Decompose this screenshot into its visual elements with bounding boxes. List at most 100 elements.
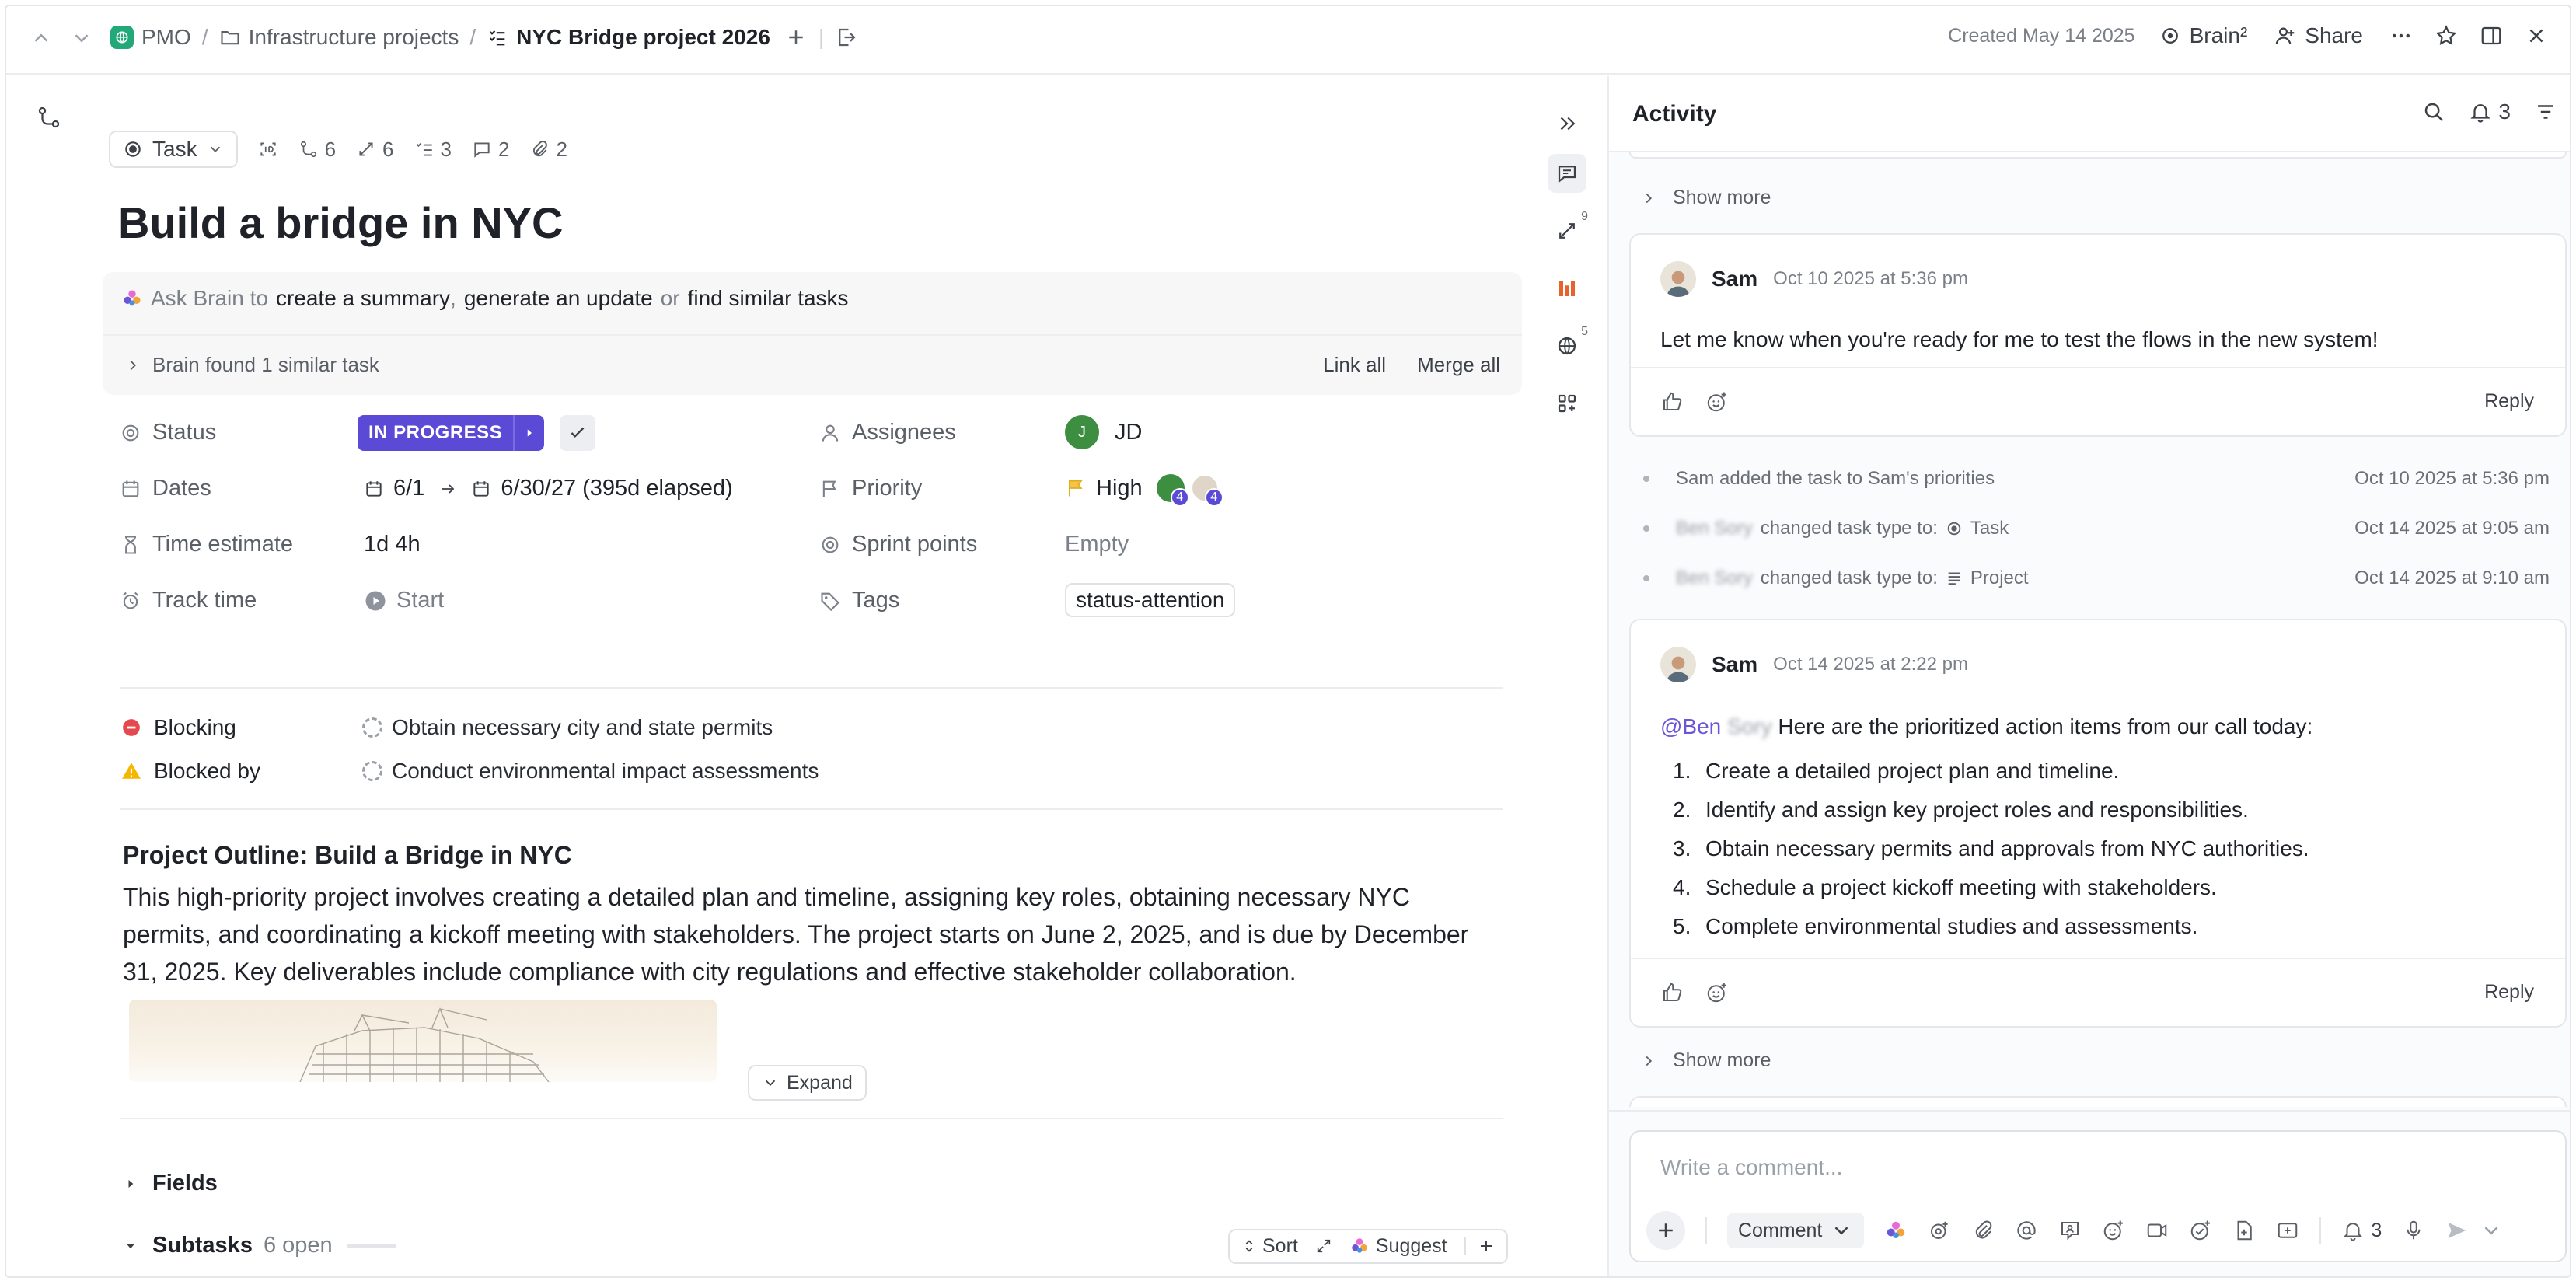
close-button[interactable] (2525, 24, 2548, 47)
search-icon[interactable] (2422, 100, 2445, 124)
assign-comment-icon[interactable] (2058, 1219, 2082, 1242)
brain-update-link[interactable]: generate an update (464, 286, 653, 311)
collapse-panel-button[interactable] (1548, 104, 1586, 143)
chevron-up-icon[interactable] (30, 26, 53, 50)
task-type-dropdown[interactable]: Task (109, 131, 238, 168)
comment-author[interactable]: Sam (1712, 652, 1757, 677)
complete-button[interactable] (560, 415, 596, 451)
dates-label: Dates (120, 476, 211, 501)
blocked-by-task-link[interactable]: Conduct environmental impact assessments (362, 759, 819, 784)
brain-summary-link[interactable]: create a summary (276, 286, 450, 311)
show-more-button[interactable]: Show more (1640, 1049, 1771, 1072)
comments-count[interactable]: 2 (472, 138, 509, 162)
notifications-count: 3 (2498, 99, 2511, 124)
attachments-count[interactable]: 2 (529, 138, 567, 162)
next-status-button[interactable] (513, 415, 544, 451)
add-subtask-button[interactable] (1464, 1237, 1496, 1255)
dates-value[interactable]: 6/1 6/30/27 (395d elapsed) (364, 476, 733, 501)
mention-blur: Sory (1727, 714, 1772, 738)
merge-all-button[interactable]: Merge all (1417, 353, 1500, 377)
favorite-button[interactable] (2435, 24, 2458, 47)
filter-icon[interactable] (2534, 100, 2557, 124)
link-all-button[interactable]: Link all (1323, 353, 1386, 377)
fields-section-label: Fields (152, 1171, 218, 1195)
add-reaction-button[interactable] (1705, 390, 1729, 414)
due-date: 6/30/27 (395d elapsed) (501, 476, 733, 501)
brain-button[interactable]: Brain² (2159, 23, 2247, 48)
rail-dependencies-button[interactable]: 9 (1548, 210, 1588, 250)
comment-author[interactable]: Sam (1712, 267, 1757, 291)
reply-button[interactable]: Reply (2484, 981, 2534, 1004)
share-button[interactable]: Share (2274, 23, 2363, 48)
blocking-task-link[interactable]: Obtain necessary city and state permits (362, 715, 773, 740)
send-icon[interactable] (2445, 1219, 2469, 1242)
chevron-down-icon[interactable] (70, 26, 93, 50)
rail-web-button[interactable]: 5 (1548, 325, 1588, 365)
doc-add-icon[interactable] (2232, 1219, 2256, 1242)
mention-link[interactable]: @Ben (1660, 714, 1721, 738)
status-text: IN PROGRESS (368, 422, 503, 443)
description-heading[interactable]: Project Outline: Build a Bridge in NYC (123, 841, 572, 870)
composer-add-button[interactable] (1646, 1211, 1685, 1250)
divider (120, 808, 1503, 810)
subtasks-progress-bar (346, 1243, 396, 1248)
paperclip-icon[interactable] (1971, 1219, 1995, 1242)
notifications-button[interactable]: 3 (2469, 99, 2511, 124)
time-estimate-value[interactable]: 1d 4h (364, 532, 421, 557)
comment-type-dropdown[interactable]: Comment (1727, 1213, 1865, 1248)
composer-notify-button[interactable]: 3 (2341, 1219, 2382, 1242)
plus-icon[interactable] (784, 26, 808, 49)
brain-similar-link[interactable]: find similar tasks (688, 286, 849, 311)
breadcrumb-space[interactable]: PMO (110, 25, 191, 50)
brain-found-toggle[interactable]: Brain found 1 similar task (124, 353, 379, 377)
rail-integration-button[interactable] (1548, 269, 1586, 308)
description-body[interactable]: This high-priority project involves crea… (123, 878, 1491, 990)
ai-assist-icon[interactable] (1928, 1219, 1951, 1242)
emoji-icon[interactable] (2102, 1219, 2125, 1242)
tag-chip[interactable]: status-attention (1065, 583, 1236, 617)
task-id-button[interactable] (258, 139, 278, 159)
exit-icon[interactable] (835, 26, 858, 49)
assignees-value[interactable]: J JD (1065, 415, 1142, 449)
sort-button[interactable]: Sort (1241, 1235, 1298, 1258)
priority-value[interactable]: High 4 4 (1065, 471, 1228, 507)
paperclip-icon (533, 141, 548, 157)
like-button[interactable] (1660, 390, 1684, 414)
microphone-icon[interactable] (2402, 1219, 2425, 1242)
activity-header: Activity 3 (1609, 76, 2570, 152)
like-button[interactable] (1660, 981, 1684, 1004)
task-title[interactable]: Build a bridge in NYC (118, 197, 563, 248)
relations-count[interactable]: 6 (298, 138, 336, 162)
suggest-button[interactable]: Suggest (1349, 1235, 1447, 1258)
chevron-down-icon[interactable] (2480, 1219, 2503, 1242)
toggle-panel-button[interactable] (2480, 24, 2503, 47)
dependencies-count[interactable]: 6 (356, 138, 394, 162)
subtasks-section-toggle[interactable]: Subtasks 6 open (123, 1233, 396, 1258)
event-actor: Ben Sory (1676, 518, 1753, 539)
start-timer-button[interactable]: Start (364, 588, 444, 613)
watcher-avatars[interactable]: 4 4 (1156, 471, 1228, 507)
brain-sparkle-icon[interactable] (1884, 1219, 1908, 1242)
expand-button[interactable]: Expand (748, 1065, 867, 1101)
breadcrumb-folder[interactable]: Infrastructure projects (219, 25, 459, 50)
status-dropdown[interactable]: IN PROGRESS (358, 415, 545, 451)
video-icon[interactable] (2145, 1219, 2169, 1242)
screenshot-icon[interactable] (2276, 1219, 2299, 1242)
breadcrumb-list[interactable]: NYC Bridge project 2026 (487, 25, 770, 50)
add-reaction-button[interactable] (1705, 981, 1729, 1004)
task-check-icon[interactable] (2189, 1219, 2212, 1242)
mention-icon[interactable] (2015, 1219, 2038, 1242)
more-button[interactable] (2389, 24, 2413, 47)
checklists-count[interactable]: 3 (414, 138, 452, 162)
reply-button[interactable]: Reply (2484, 390, 2534, 413)
rail-activity-button[interactable] (1548, 154, 1586, 193)
comment-input[interactable]: Write a comment... (1660, 1155, 1842, 1180)
rail-apps-button[interactable] (1548, 384, 1586, 423)
sprint-points-value[interactable]: Empty (1065, 532, 1129, 557)
fields-section-toggle[interactable]: Fields (123, 1171, 218, 1196)
start-date: 6/1 (393, 476, 425, 501)
description-image[interactable] (129, 1000, 717, 1082)
expand-subtasks-button[interactable] (1315, 1237, 1332, 1255)
breadcrumb-list-label: NYC Bridge project 2026 (516, 25, 770, 49)
show-more-button[interactable]: Show more (1640, 187, 1771, 209)
